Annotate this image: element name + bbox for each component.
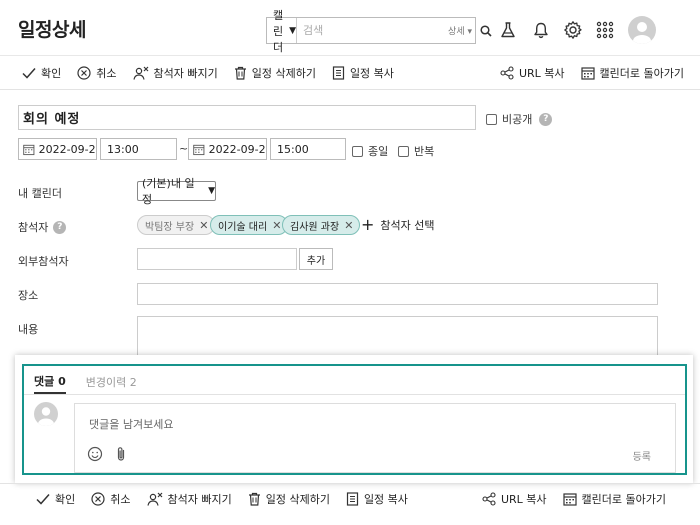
comment-input[interactable]: 댓글을 남겨보세요 <box>89 416 173 432</box>
checkbox[interactable] <box>352 145 363 157</box>
copy-event-button[interactable]: 일정 복사 <box>332 65 394 81</box>
delete-event-button[interactable]: 일정 삭제하기 <box>234 65 316 81</box>
back-to-calendar-button[interactable]: 캘린더로 돌아가기 <box>562 491 666 507</box>
user-remove-icon <box>146 492 162 506</box>
comment-panel-frame: 댓글 0 변경이력 2 댓글을 남겨보세요 등록 <box>22 364 687 475</box>
location-input[interactable] <box>137 283 658 305</box>
url-copy-button[interactable]: URL 복사 <box>500 65 565 81</box>
all-day-checkbox[interactable]: 종일 <box>352 143 388 159</box>
attendee-chip[interactable]: 박팀장 부장 ✕ <box>137 215 216 235</box>
search-detail-toggle[interactable]: 상세 ▾ <box>448 24 472 37</box>
trash-icon <box>248 492 260 506</box>
tab-comments[interactable]: 댓글 0 <box>34 370 66 394</box>
comment-submit-button[interactable]: 등록 <box>633 448 651 463</box>
close-circle-icon <box>91 491 105 506</box>
close-icon[interactable]: ✕ <box>344 219 353 232</box>
confirm-button[interactable]: 확인 <box>22 65 61 81</box>
search-input[interactable] <box>297 18 449 43</box>
all-day-label: 종일 <box>368 145 389 158</box>
chevron-down-icon: ▼ <box>208 186 215 196</box>
start-date-input[interactable]: 2022-09-23 <box>18 138 97 160</box>
close-icon[interactable]: ✕ <box>272 219 281 232</box>
share-icon <box>482 491 496 506</box>
external-attendee-label: 외부참석자 <box>18 255 69 268</box>
start-time-input[interactable]: 13:00 <box>100 138 177 160</box>
end-date-input[interactable]: 2022-09-23 <box>188 138 267 160</box>
search-scope-select[interactable]: 캘린더 ▼ <box>267 9 298 54</box>
check-icon <box>36 493 50 505</box>
calendar-icon <box>193 144 205 155</box>
end-time-input[interactable]: 15:00 <box>270 138 346 160</box>
avatar <box>34 402 58 426</box>
repeat-checkbox[interactable]: 반복 <box>398 143 434 159</box>
calendar-icon <box>580 66 595 80</box>
external-attendee-input[interactable] <box>137 248 297 270</box>
leave-attendee-button[interactable]: 참석자 빠지기 <box>146 491 232 507</box>
confirm-button[interactable]: 확인 <box>36 491 75 507</box>
close-circle-icon <box>77 65 91 80</box>
location-label: 장소 <box>18 289 39 302</box>
calendar-icon <box>23 144 35 155</box>
search-box: 캘린더 ▼ 상세 ▾ <box>266 9 492 54</box>
attendee-chip[interactable]: 이기술 대리 ✕ <box>210 215 289 235</box>
private-checkbox[interactable]: 비공개 ? <box>486 111 553 127</box>
close-icon[interactable]: ✕ <box>199 219 208 232</box>
copy-event-button[interactable]: 일정 복사 <box>346 491 408 507</box>
bottom-toolbar: 확인 취소 참석자 빠지기 일정 삭제하기 일정 복사 URL 복사 캘린더로 … <box>0 483 700 513</box>
flask-icon[interactable] <box>496 18 520 42</box>
checkbox[interactable] <box>486 113 497 125</box>
plus-icon: + <box>361 215 375 234</box>
attachment-icon[interactable] <box>115 446 127 462</box>
header: 일정상세 캘린더 ▼ 상세 ▾ <box>0 0 700 56</box>
gear-icon[interactable] <box>561 18 585 42</box>
content-label: 내용 <box>18 323 39 336</box>
search-icon[interactable] <box>480 22 492 40</box>
comment-tabs: 댓글 0 변경이력 2 <box>34 370 157 394</box>
checkbox[interactable] <box>398 145 409 157</box>
help-icon[interactable]: ? <box>539 112 553 126</box>
divider <box>24 394 685 395</box>
chevron-down-icon: ▼ <box>289 25 297 36</box>
range-separator: ~ <box>179 142 189 155</box>
leave-attendee-button[interactable]: 참석자 빠지기 <box>132 65 218 81</box>
document-icon <box>332 65 345 80</box>
cancel-button[interactable]: 취소 <box>91 491 131 507</box>
repeat-label: 반복 <box>414 145 435 158</box>
page-title: 일정상세 <box>18 19 86 41</box>
user-remove-icon <box>132 66 148 80</box>
comment-panel: 댓글 0 변경이력 2 댓글을 남겨보세요 등록 <box>15 355 693 483</box>
calendar-icon <box>562 492 577 506</box>
event-title-input[interactable]: 회의 예정 <box>18 105 476 130</box>
grid-icon[interactable] <box>593 18 617 42</box>
tab-history[interactable]: 변경이력 2 <box>86 370 137 394</box>
user-avatar[interactable] <box>628 16 656 44</box>
url-copy-button[interactable]: URL 복사 <box>482 491 547 507</box>
comment-input-box[interactable]: 댓글을 남겨보세요 등록 <box>74 403 676 473</box>
calendar-select[interactable]: (기본)내 일정 ▼ <box>137 177 216 206</box>
cancel-button[interactable]: 취소 <box>77 65 117 81</box>
bell-icon[interactable] <box>529 18 553 42</box>
back-to-calendar-button[interactable]: 캘린더로 돌아가기 <box>580 65 684 81</box>
share-icon <box>500 65 514 80</box>
delete-event-button[interactable]: 일정 삭제하기 <box>248 491 330 507</box>
attendee-chip[interactable]: 김사원 과장 ✕ <box>282 215 361 235</box>
document-icon <box>346 491 359 506</box>
help-icon[interactable]: ? <box>53 220 67 234</box>
top-toolbar: 확인 취소 참석자 빠지기 일정 삭제하기 일정 복사 URL 복사 캘린더로 … <box>0 56 700 90</box>
comment-tools <box>87 446 139 462</box>
search-scope-label: 캘린더 <box>273 8 284 54</box>
trash-icon <box>234 66 246 80</box>
add-external-button[interactable]: 추가 <box>299 248 333 270</box>
emoji-icon[interactable] <box>87 446 103 462</box>
calendar-label: 내 캘린더 <box>18 187 62 200</box>
private-label: 비공개 <box>502 113 533 126</box>
attendees-label: 참석자 ? <box>18 219 67 235</box>
add-attendee-button[interactable]: + 참석자 선택 <box>361 217 435 233</box>
check-icon <box>22 67 36 79</box>
